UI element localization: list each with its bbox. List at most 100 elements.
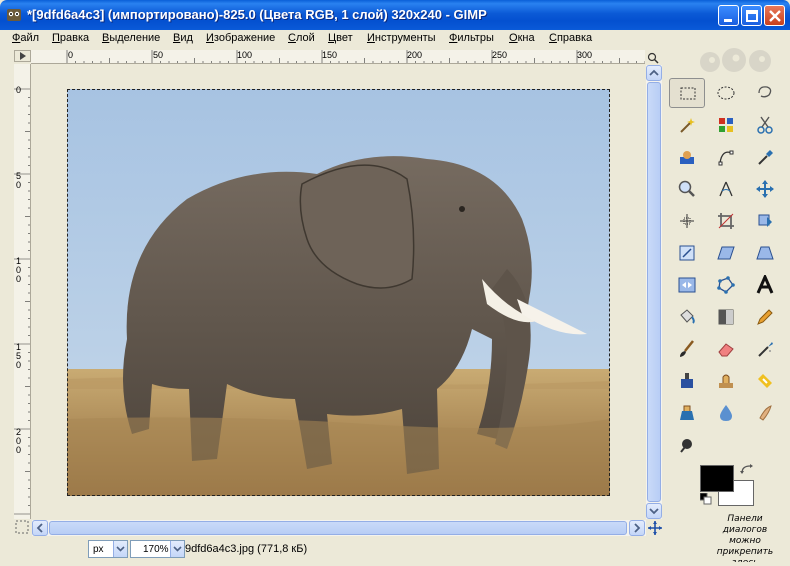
tool-ink-button[interactable] (669, 366, 705, 396)
ellipse-select-icon (717, 86, 735, 100)
tool-cage-button[interactable] (708, 270, 744, 300)
scroll-left-button[interactable] (32, 520, 48, 536)
blur-icon (720, 405, 732, 421)
tool-blur-button[interactable] (708, 398, 744, 428)
tool-move-button[interactable] (747, 174, 783, 204)
vertical-scrollbar[interactable] (646, 65, 662, 519)
tool-clone-button[interactable] (708, 366, 744, 396)
scroll-right-button[interactable] (629, 520, 645, 536)
foreground-select-icon (680, 151, 694, 164)
tool-shear-button[interactable] (708, 238, 744, 268)
tool-measure-button[interactable] (708, 174, 744, 204)
vertical-scroll-thumb[interactable] (647, 82, 661, 502)
tool-pencil-button[interactable] (747, 302, 783, 332)
tool-color-select-button[interactable] (708, 110, 744, 140)
tool-smudge-button[interactable] (747, 398, 783, 428)
shear-icon (717, 246, 735, 260)
close-button[interactable] (764, 5, 785, 26)
hruler-label: 50 (153, 50, 164, 60)
tool-rect-select-button[interactable] (669, 78, 705, 108)
menu-tools[interactable]: Инструменты (367, 32, 436, 44)
menu-select[interactable]: Выделение (102, 32, 160, 44)
tool-crop-button[interactable] (708, 206, 744, 236)
foreground-color-swatch[interactable] (700, 465, 734, 492)
tool-scale-button[interactable] (669, 238, 705, 268)
unit-dropdown-button[interactable] (113, 541, 127, 557)
tool-perspective-button[interactable] (747, 238, 783, 268)
chevron-down-icon (116, 546, 125, 552)
tool-lasso-button[interactable] (747, 78, 783, 108)
menu-view[interactable]: Вид (173, 32, 193, 44)
unit-select[interactable]: px (88, 540, 128, 558)
gimp-app-icon[interactable] (6, 7, 22, 23)
quick-mask-icon (15, 520, 29, 534)
close-icon (769, 10, 781, 22)
heal-icon (758, 374, 772, 388)
rotate-icon (758, 214, 772, 227)
minimize-button[interactable] (718, 5, 739, 26)
horizontal-scroll-thumb[interactable] (49, 521, 627, 535)
vruler-label: 0 (16, 85, 22, 95)
clone-icon (719, 374, 733, 388)
quick-mask-toggle[interactable] (15, 520, 29, 534)
menu-windows[interactable]: Окна (509, 32, 535, 44)
tool-blend-button[interactable] (708, 302, 744, 332)
color-picker-icon (758, 150, 773, 165)
tool-rotate-button[interactable] (747, 206, 783, 236)
tool-flip-button[interactable] (669, 270, 705, 300)
image-canvas[interactable] (67, 89, 610, 496)
dodge-burn-icon (680, 439, 692, 453)
menu-layer[interactable]: Слой (288, 32, 315, 44)
vertical-ruler[interactable]: 0 50 100 150 200 (14, 64, 31, 519)
hruler-label: 100 (237, 50, 253, 60)
zoom-fit-button[interactable] (646, 52, 660, 64)
tool-color-picker-button[interactable] (747, 142, 783, 172)
tool-eraser-button[interactable] (708, 334, 744, 364)
tool-scissors-button[interactable] (747, 110, 783, 140)
tool-paintbrush-button[interactable] (669, 334, 705, 364)
tool-text-button[interactable] (747, 270, 783, 300)
chevron-down-icon (173, 546, 182, 552)
hruler-label: 250 (492, 50, 508, 60)
align-icon (680, 214, 694, 228)
menu-image[interactable]: Изображение (206, 32, 275, 44)
menu-help[interactable]: Справка (549, 32, 592, 44)
elephant-photo (67, 89, 610, 496)
tool-ellipse-select-button[interactable] (708, 78, 744, 108)
perspective-clone-icon (680, 405, 694, 420)
tool-heal-button[interactable] (747, 366, 783, 396)
window-title: *[9dfd6a4c3] (импортировано)-825.0 (Цвет… (27, 7, 487, 22)
wilber-drop-zone-icon[interactable] (676, 48, 780, 76)
ruler-corner-menu-button[interactable] (14, 50, 31, 62)
tool-dodge-burn-button[interactable] (669, 430, 705, 460)
chevron-down-icon (649, 508, 659, 515)
horizontal-ruler[interactable]: 0 50 100 150 200 250 300 (31, 50, 645, 64)
zoom-select[interactable]: 170% (130, 540, 185, 558)
pencil-icon (757, 309, 773, 325)
zoom-dropdown-button[interactable] (170, 541, 184, 557)
tool-airbrush-button[interactable] (747, 334, 783, 364)
menu-file[interactable]: Файл (12, 32, 39, 44)
tool-align-button[interactable] (669, 206, 705, 236)
tool-zoom-button[interactable] (669, 174, 705, 204)
default-colors-icon[interactable] (700, 493, 712, 505)
maximize-button[interactable] (741, 5, 762, 26)
tool-fuzzy-select-button[interactable] (669, 110, 705, 140)
menu-edit[interactable]: Правка (52, 32, 89, 44)
airbrush-icon (758, 342, 773, 357)
title-bar[interactable]: *[9dfd6a4c3] (импортировано)-825.0 (Цвет… (0, 0, 790, 30)
scroll-up-button[interactable] (646, 65, 662, 81)
lasso-icon (758, 86, 772, 98)
menu-colors[interactable]: Цвет (328, 32, 353, 44)
horizontal-scrollbar[interactable] (32, 520, 646, 536)
scroll-down-button[interactable] (646, 503, 662, 519)
tool-paths-button[interactable] (708, 142, 744, 172)
tool-bucket-fill-button[interactable] (669, 302, 705, 332)
smudge-icon (759, 405, 772, 421)
text-icon (756, 275, 774, 294)
swap-colors-icon[interactable] (739, 463, 755, 477)
tool-perspective-clone-button[interactable] (669, 398, 705, 428)
navigate-button[interactable] (648, 520, 662, 536)
tool-foreground-select-button[interactable] (669, 142, 705, 172)
menu-filters[interactable]: Фильтры (449, 32, 494, 44)
